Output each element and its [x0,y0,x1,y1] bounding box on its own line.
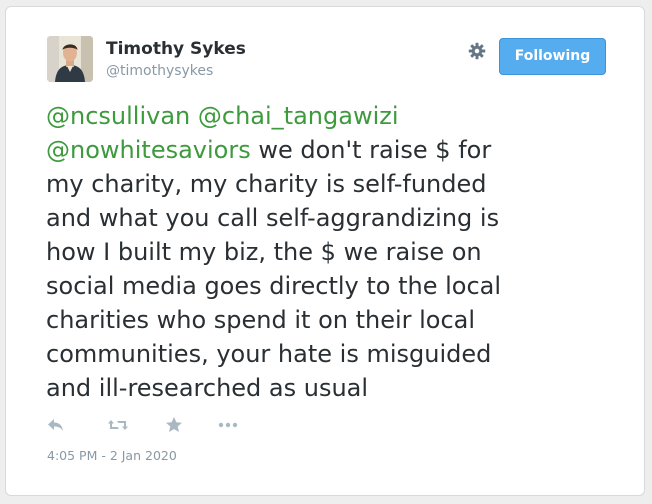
avatar-image [47,36,93,82]
tweet-text-line: we don't raise $ for [258,136,492,164]
mention-link[interactable]: @nowhitesaviors [46,136,251,164]
tweet-text-line: communities, your hate is misguided [46,340,492,368]
tweet-timestamp[interactable]: 4:05 PM - 2 Jan 2020 [47,448,177,463]
tweet-actions [46,415,266,437]
mention-link[interactable]: @ncsullivan [46,102,190,130]
mention-link[interactable]: @chai_tangawizi [198,102,399,130]
user-handle[interactable]: @timothysykes [106,63,213,79]
reply-icon[interactable] [46,415,66,435]
star-icon[interactable] [164,415,184,435]
more-icon[interactable] [217,415,239,435]
tweet-text: @ncsullivan @chai_tangawizi @nowhitesavio… [46,99,606,405]
tweet-text-line: social media goes directly to the local [46,272,502,300]
gear-icon[interactable] [468,42,486,60]
tweet-text-line: how I built my biz, the $ we raise on [46,238,482,266]
user-name[interactable]: Timothy Sykes [106,39,246,59]
retweet-icon[interactable] [107,415,129,435]
tweet-text-line: and ill-researched as usual [46,374,369,402]
following-button[interactable]: Following [499,38,606,75]
tweet-text-line: charities who spend it on their local [46,306,476,334]
tweet-text-line: and what you call self-aggrandizing is [46,204,500,232]
avatar[interactable] [47,36,93,82]
tweet-card: Timothy Sykes @timothysykes Following @n… [5,6,645,496]
tweet-text-line: my charity, my charity is self-funded [46,170,487,198]
